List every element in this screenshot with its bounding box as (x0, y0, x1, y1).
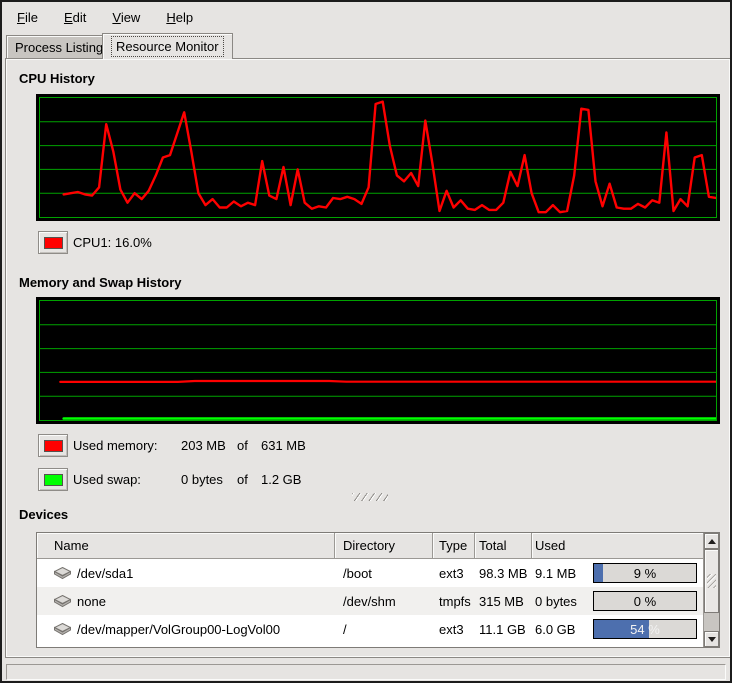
device-used: 9.1 MB (535, 566, 576, 581)
column-header-used[interactable]: Used (532, 533, 703, 559)
swap-total-value: 1.2 GB (261, 468, 301, 491)
swap-color-swatch (44, 474, 63, 486)
memory-total-value: 631 MB (261, 434, 306, 457)
menu-file[interactable]: File (4, 7, 51, 28)
scroll-up-button[interactable] (704, 533, 719, 549)
menu-edit[interactable]: Edit (51, 7, 99, 28)
column-header-directory[interactable]: Directory (335, 533, 433, 559)
column-header-name[interactable]: Name (37, 533, 335, 559)
tab-resource-monitor[interactable]: Resource Monitor (102, 33, 233, 59)
progress-label: 54 % (594, 620, 696, 638)
device-total: 98.3 MB (475, 559, 532, 587)
vertical-scrollbar[interactable] (703, 533, 719, 647)
device-name: /dev/sda1 (77, 566, 133, 581)
devices-title: Devices (19, 507, 68, 522)
device-used: 6.0 GB (535, 622, 575, 637)
tab-label: Resource Monitor (111, 36, 224, 57)
scrollbar-trough[interactable] (704, 613, 719, 631)
used-swap-of: of (237, 468, 248, 491)
table-row[interactable]: none /dev/shm tmpfs 315 MB 0 bytes 0 % (37, 587, 703, 615)
table-row[interactable]: /dev/sda1 /boot ext3 98.3 MB 9.1 MB 9 % (37, 559, 703, 587)
disk-icon (54, 623, 71, 636)
tab-label: Process Listing (15, 40, 103, 55)
device-total: 11.1 GB (475, 615, 532, 643)
device-type: ext3 (433, 615, 475, 643)
device-total: 315 MB (475, 587, 532, 615)
progress-label: 0 % (594, 592, 696, 610)
swap-color-button[interactable] (38, 468, 68, 491)
used-memory-value: 203 MB (181, 434, 226, 457)
scrollbar-grip-icon (707, 574, 716, 588)
memory-history-title: Memory and Swap History (19, 275, 182, 290)
cpu-legend-label: CPU1: 16.0% (73, 231, 152, 254)
system-monitor-window: File Edit View Help Process Listing Reso… (0, 0, 732, 683)
used-swap-value: 0 bytes (181, 468, 223, 491)
usage-progress-bar: 9 % (593, 563, 697, 583)
cpu-history-title: CPU History (19, 71, 95, 86)
cpu-history-graph (36, 94, 720, 221)
progress-label: 9 % (594, 564, 696, 582)
memory-swap-graph (36, 297, 720, 424)
menu-help[interactable]: Help (153, 7, 206, 28)
devices-table: Name Directory Type Total Used /dev/sda1 (36, 532, 720, 648)
memory-swap-plot (40, 301, 716, 420)
device-directory: /boot (335, 559, 433, 587)
menubar: File Edit View Help (4, 4, 728, 30)
table-row[interactable]: /dev/mapper/VolGroup00-LogVol00 / ext3 1… (37, 615, 703, 643)
disk-icon (54, 567, 71, 580)
cpu-color-button[interactable] (38, 231, 68, 254)
memory-color-button[interactable] (38, 434, 68, 457)
device-directory: /dev/shm (335, 587, 433, 615)
column-header-type[interactable]: Type (433, 533, 475, 559)
used-swap-label: Used swap: (73, 468, 179, 491)
cpu-color-swatch (44, 237, 63, 249)
devices-table-header: Name Directory Type Total Used (37, 533, 703, 559)
usage-progress-bar: 0 % (593, 591, 697, 611)
disk-icon (54, 595, 71, 608)
device-type: tmpfs (433, 587, 475, 615)
status-bar (6, 664, 726, 680)
device-type: ext3 (433, 559, 475, 587)
device-used: 0 bytes (535, 594, 577, 609)
device-name: none (77, 594, 106, 609)
cpu-history-plot (40, 98, 716, 217)
used-memory-label: Used memory: (73, 434, 179, 457)
scrollbar-thumb[interactable] (704, 549, 719, 613)
arrow-down-icon (708, 637, 716, 642)
menu-view[interactable]: View (99, 7, 153, 28)
column-header-total[interactable]: Total (475, 533, 532, 559)
resource-monitor-page: CPU History CPU1: 16.0% Memory and Swap … (5, 58, 731, 658)
tab-process-listing[interactable]: Process Listing (6, 35, 112, 58)
used-memory-of: of (237, 434, 248, 457)
device-directory: / (335, 615, 433, 643)
scroll-down-button[interactable] (704, 631, 719, 647)
usage-progress-bar: 54 % (593, 619, 697, 639)
arrow-up-icon (708, 539, 716, 544)
memory-color-swatch (44, 440, 63, 452)
device-name: /dev/mapper/VolGroup00-LogVol00 (77, 622, 280, 637)
pane-resize-handle[interactable] (352, 493, 388, 501)
